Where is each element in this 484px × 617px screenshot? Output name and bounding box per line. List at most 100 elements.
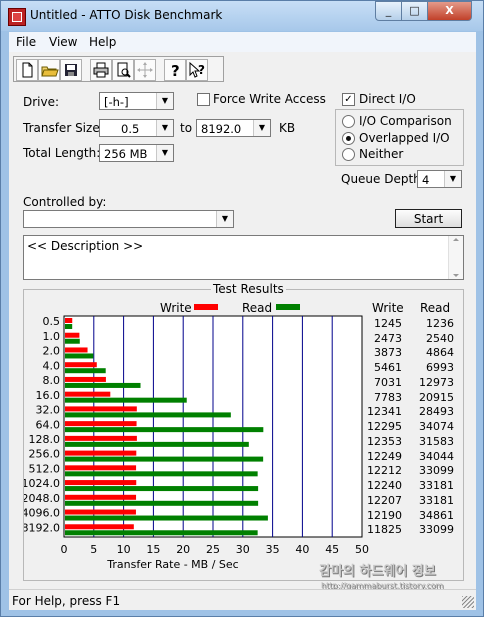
write-bar <box>65 435 137 441</box>
radio-neither-label: Neither <box>359 147 404 161</box>
status-bar: For Help, press F1 <box>9 589 476 610</box>
open-folder-icon[interactable] <box>38 59 60 81</box>
y-tick-label: 512.0 <box>29 462 61 475</box>
write-value-cell: 7031 <box>374 375 402 389</box>
write-value-cell: 12295 <box>367 420 402 434</box>
read-value-cell: 33099 <box>419 464 454 478</box>
x-tick-label: 5 <box>90 543 97 556</box>
write-bar <box>65 376 106 382</box>
read-bar <box>65 500 259 506</box>
write-value-cell: 1245 <box>374 317 402 330</box>
new-document-icon[interactable] <box>16 59 38 81</box>
menu-help[interactable]: Help <box>89 35 116 49</box>
read-bar <box>65 456 264 462</box>
x-tick-label: 20 <box>176 543 190 556</box>
write-value-cell: 12249 <box>367 449 402 463</box>
write-value-cell: 12190 <box>367 508 402 522</box>
queue-depth-select[interactable]: 4 ▼ <box>417 170 462 188</box>
read-value-cell: 6993 <box>426 361 454 375</box>
read-value-cell: 28493 <box>419 405 454 419</box>
menu-view[interactable]: View <box>49 35 77 49</box>
x-tick-label: 40 <box>295 543 309 556</box>
write-value-cell: 7783 <box>374 390 402 404</box>
y-tick-label: 4096.0 <box>24 507 60 520</box>
close-button[interactable]: X <box>427 1 472 21</box>
queue-depth-label: Queue Depth: <box>341 172 425 186</box>
force-write-checkbox[interactable] <box>197 93 210 106</box>
y-tick-label: 8.0 <box>43 374 61 387</box>
save-icon[interactable] <box>60 59 82 81</box>
drive-select[interactable]: [-h-] ▼ <box>99 92 174 110</box>
svg-text:?: ? <box>171 62 180 80</box>
read-value-cell: 33181 <box>419 479 454 493</box>
read-bar <box>65 515 268 521</box>
transfer-to-select[interactable]: 8192.0 ▼ <box>196 119 271 137</box>
app-window: Untitled - ATTO Disk Benchmark _ □ X Fil… <box>0 0 484 617</box>
write-bar <box>65 362 97 368</box>
menu-file[interactable]: File <box>16 35 36 49</box>
x-tick-label: 45 <box>325 543 339 556</box>
write-value-cell: 12212 <box>367 464 402 478</box>
radio-overlapped-io[interactable] <box>342 132 355 145</box>
y-tick-label: 32.0 <box>36 404 61 417</box>
move-icon[interactable] <box>134 59 156 81</box>
svg-text:?: ? <box>198 63 205 77</box>
x-tick-label: 30 <box>236 543 250 556</box>
y-tick-label: 1.0 <box>43 330 61 343</box>
radio-neither[interactable] <box>342 148 355 161</box>
y-tick-label: 1024.0 <box>24 477 60 490</box>
read-value-cell: 12973 <box>419 375 454 389</box>
read-value-cell: 33181 <box>419 493 454 507</box>
title-bar[interactable]: Untitled - ATTO Disk Benchmark _ □ X <box>1 1 483 31</box>
write-bar <box>65 465 137 471</box>
radio-io-comparison[interactable] <box>342 115 355 128</box>
read-bar <box>65 427 264 433</box>
y-tick-label: 2.0 <box>43 345 61 358</box>
x-tick-label: 0 <box>61 543 68 556</box>
maximize-button[interactable]: □ <box>401 1 428 21</box>
app-logo-icon <box>8 8 26 26</box>
read-value-cell: 34044 <box>419 449 454 463</box>
write-value-cell: 12353 <box>367 434 402 448</box>
to-label: to <box>180 121 193 135</box>
read-value-cell: 34074 <box>419 420 454 434</box>
print-preview-icon[interactable] <box>112 59 134 81</box>
kb-label: KB <box>279 121 296 135</box>
chevron-down-icon: ▼ <box>156 145 173 161</box>
write-bar <box>65 332 80 338</box>
toolbar-group: ? ? <box>13 56 224 82</box>
start-button[interactable]: Start <box>395 209 462 228</box>
write-bar <box>65 480 137 486</box>
chevron-down-icon: ▼ <box>156 93 173 109</box>
help-icon[interactable]: ? <box>164 59 186 81</box>
total-length-select[interactable]: 256 MB ▼ <box>99 144 174 162</box>
resize-grip-icon[interactable] <box>462 596 474 608</box>
transfer-from-select[interactable]: 0.5 ▼ <box>99 119 174 137</box>
read-bar <box>65 338 80 344</box>
transfer-from-value: 0.5 <box>121 122 140 136</box>
print-icon[interactable] <box>90 59 112 81</box>
read-value-cell: 20915 <box>419 390 454 404</box>
chevron-down-icon: ▼ <box>253 120 270 136</box>
minimize-button[interactable]: _ <box>375 1 402 21</box>
context-help-icon[interactable]: ? <box>186 59 208 81</box>
controlled-by-select[interactable]: ▼ <box>23 210 234 228</box>
chevron-down-icon: ▼ <box>156 120 173 136</box>
window-title: Untitled - ATTO Disk Benchmark <box>30 8 223 22</box>
read-bar <box>65 324 73 329</box>
read-bar <box>65 486 259 492</box>
x-tick-label: 10 <box>117 543 131 556</box>
write-value-cell: 12207 <box>367 493 402 507</box>
write-bar <box>65 524 134 530</box>
description-scrollbar[interactable] <box>448 236 463 279</box>
test-results-group: Test Results Write Read Write Read 0 5 10 1… <box>23 282 464 581</box>
write-value-cell: 12240 <box>367 479 402 493</box>
read-value-cell: 4864 <box>426 346 454 360</box>
description-textarea[interactable]: << Description >> <box>23 235 464 280</box>
direct-io-checkbox[interactable]: ✓ <box>342 93 355 106</box>
drive-label: Drive: <box>23 95 60 109</box>
read-value-cell: 2540 <box>426 331 454 345</box>
x-tick-label: 35 <box>266 543 280 556</box>
y-tick-label: 0.5 <box>43 315 61 328</box>
write-value-cell: 5461 <box>374 361 402 375</box>
